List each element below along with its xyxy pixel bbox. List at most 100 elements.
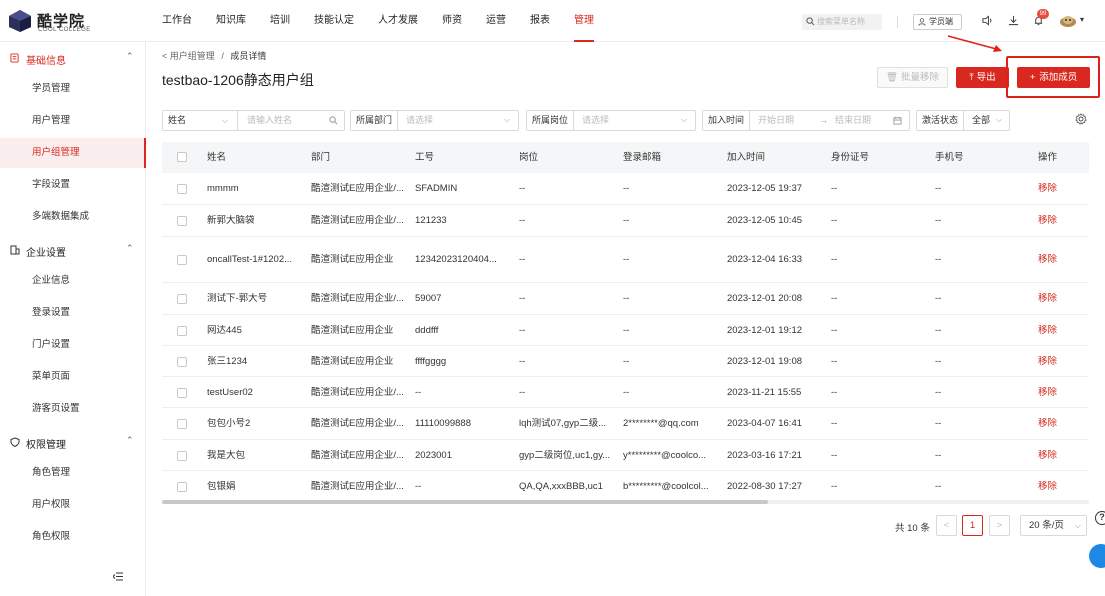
cell-phone: -- (935, 325, 942, 336)
remove-member-link[interactable]: 移除 (1038, 481, 1078, 493)
cell-name: mmmm (207, 183, 239, 194)
table-row: 包包小号2 酷渲测试E应用企业/... 11110099888 lqh测试07,gyp… (162, 408, 1089, 440)
cell-email: -- (623, 215, 630, 226)
row-checkbox[interactable] (177, 388, 187, 398)
remove-member-link[interactable]: 移除 (1038, 450, 1078, 462)
nav-reports[interactable]: 报表 (530, 0, 550, 42)
horizontal-scrollbar-thumb[interactable] (162, 500, 768, 504)
nav-operation[interactable]: 运营 (486, 0, 506, 42)
name-field-select[interactable]: 姓名 ⌵ (163, 111, 238, 130)
sidebar-item-student-mgmt[interactable]: 学员管理 (0, 74, 146, 104)
remove-member-link[interactable]: 移除 (1038, 387, 1078, 399)
remove-member-link[interactable]: 移除 (1038, 325, 1078, 337)
sidebar-item-user-permissions[interactable]: 用户权限 (0, 490, 146, 520)
avatar[interactable] (1059, 14, 1077, 28)
help-icon[interactable]: ? (1095, 511, 1105, 525)
nav-workbench[interactable]: 工作台 (162, 0, 192, 42)
sidebar-group-permissions[interactable]: 权限管理 ⌃ (0, 426, 146, 458)
row-checkbox[interactable] (177, 419, 187, 429)
sidebar-item-guest-page[interactable]: 游客页设置 (0, 394, 146, 424)
sidebar-item-login-settings[interactable]: 登录设置 (0, 298, 146, 328)
start-date-input[interactable]: 开始日期 (758, 111, 794, 130)
sidebar-item-usergroup-mgmt[interactable]: 用户组管理 (0, 138, 146, 168)
nav-management[interactable]: 管理 (574, 0, 594, 42)
breadcrumb: < 用户组管理 / 成员详情 (162, 49, 266, 62)
nav-training[interactable]: 培训 (270, 0, 290, 42)
department-filter[interactable]: 所属部门 请选择 ⌵ (350, 110, 519, 131)
cell-employee-id: 121233 (415, 215, 447, 226)
remove-member-link[interactable]: 移除 (1038, 418, 1078, 430)
activation-status-filter[interactable]: 激活状态 全部 ⌵ (916, 110, 1010, 131)
row-checkbox[interactable] (177, 451, 187, 461)
end-date-input[interactable]: 结束日期 (835, 111, 871, 130)
download-icon[interactable] (1008, 15, 1019, 26)
sidebar-group-basic-info[interactable]: 基础信息 ⌃ (0, 42, 146, 74)
collapse-sidebar-icon[interactable] (113, 572, 123, 581)
page-size-value: 20 条/页 (1029, 520, 1064, 531)
search-icon[interactable] (329, 116, 338, 125)
cell-name: 张三1234 (207, 356, 248, 367)
sidebar-item-role-mgmt[interactable]: 角色管理 (0, 458, 146, 488)
sidebar-item-field-settings[interactable]: 字段设置 (0, 170, 146, 200)
activation-status-label: 激活状态 (917, 111, 965, 130)
remove-member-link[interactable]: 移除 (1038, 215, 1078, 227)
gear-icon[interactable] (1075, 113, 1087, 125)
remove-member-link[interactable]: 移除 (1038, 183, 1078, 195)
post-filter[interactable]: 所属岗位 请选择 ⌵ (526, 110, 696, 131)
remove-member-link[interactable]: 移除 (1038, 254, 1078, 266)
table-row: 网达445 酷渲测试E应用企业 dddfff -- -- 2023-12-01 19:12… (162, 315, 1089, 346)
nav-knowledge[interactable]: 知识库 (216, 0, 246, 42)
breadcrumb-back-icon[interactable]: < (162, 51, 167, 61)
cell-employee-id: dddfff (415, 325, 439, 336)
row-checkbox[interactable] (177, 482, 187, 492)
sidebar-item-data-integration[interactable]: 多端数据集成 (0, 202, 146, 232)
sidebar-item-portal-settings[interactable]: 门户设置 (0, 330, 146, 360)
cell-department: 酷渲测试E应用企业 (311, 356, 394, 367)
name-input[interactable]: 请输入姓名 (247, 111, 292, 130)
row-checkbox[interactable] (177, 357, 187, 367)
cell-phone: -- (935, 387, 942, 398)
brand-subtitle: COOL COLLEGE (38, 27, 91, 33)
remove-member-link[interactable]: 移除 (1038, 356, 1078, 368)
nav-teachers[interactable]: 师资 (442, 0, 462, 42)
chevron-down-icon[interactable]: ▾ (1080, 15, 1084, 24)
page-size-select[interactable]: 20 条/页 ⌵ (1020, 515, 1087, 536)
nav-talent[interactable]: 人才发展 (378, 0, 418, 42)
batch-remove-button[interactable]: 🗑 批量移除 (877, 67, 948, 88)
remove-member-link[interactable]: 移除 (1038, 293, 1078, 305)
cell-phone: -- (935, 215, 942, 226)
nav-skill-cert[interactable]: 技能认定 (314, 0, 354, 42)
document-icon (10, 53, 19, 63)
row-checkbox[interactable] (177, 216, 187, 226)
row-checkbox[interactable] (177, 326, 187, 336)
cell-phone: -- (935, 183, 942, 194)
sidebar-item-enterprise-info[interactable]: 企业信息 (0, 266, 146, 296)
page-1-button[interactable]: 1 (962, 515, 983, 536)
sidebar-item-menu-pages[interactable]: 菜单页面 (0, 362, 146, 392)
join-time-filter[interactable]: 加入时间 开始日期 → 结束日期 (702, 110, 910, 131)
row-checkbox[interactable] (177, 294, 187, 304)
student-side-button[interactable]: 学员端 (913, 14, 962, 30)
column-header-join-time: 加入时间 (727, 152, 766, 163)
table-row: 测试下-郭大号 酷渲测试E应用企业/... 59007 -- -- 2023-12-01 … (162, 283, 1089, 315)
prev-page-button[interactable]: < (936, 515, 957, 536)
export-button[interactable]: ⤒ 导出 (956, 67, 1009, 88)
sidebar-group-enterprise-settings[interactable]: 企业设置 ⌃ (0, 234, 146, 266)
breadcrumb-parent[interactable]: 用户组管理 (170, 51, 215, 61)
row-checkbox[interactable] (177, 255, 187, 265)
cell-post: -- (519, 293, 526, 304)
sidebar-item-role-permissions[interactable]: 角色权限 (0, 522, 146, 552)
cell-post: gyp二级岗位,uc1,gy... (519, 450, 611, 461)
calendar-icon[interactable] (893, 116, 902, 125)
row-checkbox[interactable] (177, 184, 187, 194)
next-page-button[interactable]: > (989, 515, 1010, 536)
chevron-up-icon: ⌃ (126, 243, 134, 253)
cell-employee-id: 59007 (415, 293, 442, 304)
sidebar-item-user-mgmt[interactable]: 用户管理 (0, 106, 146, 136)
customer-service-icon[interactable] (1089, 544, 1105, 568)
select-all-checkbox[interactable] (177, 152, 187, 162)
brand-logo[interactable]: 酷学院 COOL COLLEGE (8, 9, 128, 35)
cell-email: y*********@coolco... (623, 450, 707, 461)
menu-search-input[interactable]: 搜索菜单名称 (802, 14, 882, 30)
speaker-icon[interactable] (982, 15, 993, 26)
